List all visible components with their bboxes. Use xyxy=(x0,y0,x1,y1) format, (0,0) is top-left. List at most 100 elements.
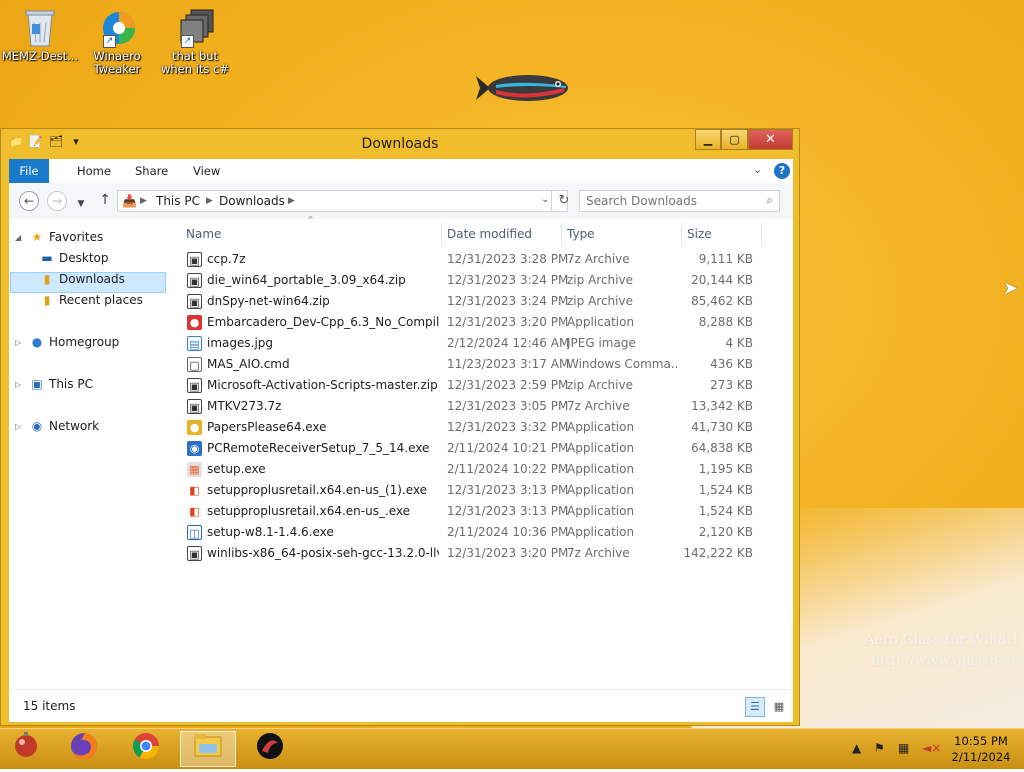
file-row[interactable]: ◉ PCRemoteReceiverSetup_7_5_14.exe 2/11/20… xyxy=(179,438,779,459)
file-date: 12/31/2023 3:28 PM xyxy=(447,252,569,266)
taskbar-file-explorer[interactable] xyxy=(180,731,236,767)
sidebar-item-homegroup[interactable]: ▷ ● Homegroup xyxy=(15,332,119,353)
archive-icon: ▣ xyxy=(187,294,202,309)
file-size: 273 KB xyxy=(710,378,753,392)
file-size: 142,222 KB xyxy=(683,546,753,560)
file-row[interactable]: ▣ MTKV273.7z 12/31/2023 3:05 PM 7z Archive 1… xyxy=(179,396,779,417)
file-row[interactable]: ▣ die_win64_portable_3.09_x64.zip 12/31/20… xyxy=(179,270,779,291)
tab-view[interactable]: View xyxy=(185,159,228,183)
file-date: 12/31/2023 3:24 PM xyxy=(447,273,569,287)
address-dropdown-icon[interactable]: ⌄ xyxy=(541,194,549,205)
file-type: Application xyxy=(567,504,635,518)
details-view-icon[interactable]: ☰ xyxy=(745,697,765,717)
navigation-pane: ◢ ★ Favorites ▬ Desktop ▮ Downloads ▮ Recent… xyxy=(9,219,169,689)
file-row[interactable]: ▤ images.jpg 2/12/2024 12:46 AM JPEG image 4… xyxy=(179,333,779,354)
search-icon[interactable]: ⌕ xyxy=(766,193,773,208)
file-name: die_win64_portable_3.09_x64.zip xyxy=(207,273,406,287)
system-clock[interactable]: 10:55 PM 2/11/2024 xyxy=(948,733,1014,765)
file-size: 2,120 KB xyxy=(698,525,753,539)
column-header-name[interactable]: Name xyxy=(186,224,221,244)
file-type: zip Archive xyxy=(567,273,633,287)
search-input[interactable] xyxy=(580,191,762,211)
file-row[interactable]: ▣ winlibs-x86_64-posix-seh-gcc-13.2.0-llv… xyxy=(179,543,779,564)
folder-icon xyxy=(194,734,222,757)
app-icon xyxy=(257,733,283,759)
sidebar-label: Desktop xyxy=(59,251,109,265)
breadcrumb-this-pc[interactable]: This PC xyxy=(156,194,200,208)
taskbar-firefox[interactable] xyxy=(56,731,112,767)
tab-home[interactable]: Home xyxy=(69,159,119,183)
file-name: ccp.7z xyxy=(207,252,246,266)
file-name: PCRemoteReceiverSetup_7_5_14.exe xyxy=(207,441,430,455)
file-date: 2/11/2024 10:22 PM xyxy=(447,462,569,476)
forward-button[interactable]: → xyxy=(47,191,67,211)
archive-icon: ▣ xyxy=(187,546,202,561)
column-divider[interactable] xyxy=(561,221,562,245)
collapsed-arrow-icon[interactable]: ▷ xyxy=(15,374,21,395)
back-button[interactable]: ← xyxy=(19,191,39,211)
volume-muted-icon[interactable]: ◄× xyxy=(922,741,941,755)
breadcrumb-separator-icon[interactable]: ▶ xyxy=(288,196,295,206)
close-button[interactable]: ✕ xyxy=(748,129,793,150)
taskbar-chrome[interactable] xyxy=(118,731,174,767)
breadcrumb-downloads[interactable]: Downloads xyxy=(219,194,285,208)
file-type: Windows Comma... xyxy=(567,357,677,371)
start-button[interactable] xyxy=(6,731,46,767)
file-row[interactable]: ▣ Microsoft-Activation-Scripts-master.zip… xyxy=(179,375,779,396)
collapsed-arrow-icon[interactable]: ▷ xyxy=(15,416,21,437)
content-area: ◢ ★ Favorites ▬ Desktop ▮ Downloads ▮ Recent… xyxy=(9,215,793,689)
chevron-down-icon[interactable]: ⌄ xyxy=(753,163,762,176)
taskbar-app[interactable] xyxy=(242,731,298,767)
recent-locations-button[interactable]: ▼ xyxy=(75,195,87,215)
column-divider[interactable] xyxy=(681,221,682,245)
breadcrumb-separator-icon[interactable]: ▶ xyxy=(140,196,147,206)
file-row[interactable]: ▣ ccp.7z 12/31/2023 3:28 PM 7z Archive 9,111… xyxy=(179,249,779,270)
file-row[interactable]: ◫ setup-w8.1-1.4.6.exe 2/11/2024 10:36 PM A… xyxy=(179,522,779,543)
file-row[interactable]: ▢ MAS_AIO.cmd 11/23/2023 3:17 AM Windows Co… xyxy=(179,354,779,375)
large-icons-view-icon[interactable]: ▦ xyxy=(769,697,789,717)
up-button[interactable]: ↑ xyxy=(95,191,115,211)
file-row[interactable]: ● PapersPlease64.exe 12/31/2023 3:32 PM App… xyxy=(179,417,779,438)
desktop-icon-csharp[interactable]: ↗ that but when its c# xyxy=(155,8,235,76)
file-row[interactable]: ◧ setupproplusretail.x64.en-us_(1).exe 12/… xyxy=(179,480,779,501)
file-row[interactable]: ▣ dnSpy-net-win64.zip 12/31/2023 3:24 PM zi… xyxy=(179,291,779,312)
column-divider[interactable] xyxy=(441,221,442,245)
refresh-icon[interactable]: ↻ xyxy=(551,190,576,212)
show-hidden-icons-icon[interactable]: ▲ xyxy=(852,741,861,755)
minimize-button[interactable]: ▁ xyxy=(695,129,721,150)
file-type: Application xyxy=(567,420,635,434)
column-divider[interactable] xyxy=(761,221,762,245)
sidebar-item-favorites[interactable]: ◢ ★ Favorites xyxy=(15,227,103,248)
address-bar[interactable]: 📥 ▶ This PC ▶ Downloads ▶ ⌄ ↻ xyxy=(117,190,569,212)
search-box[interactable]: ⌕ xyxy=(579,190,780,212)
shortcut-arrow-icon: ↗ xyxy=(103,35,116,48)
tab-file[interactable]: File xyxy=(9,159,49,183)
tab-share[interactable]: Share xyxy=(127,159,176,183)
sidebar-item-thispc[interactable]: ▷ ▣ This PC xyxy=(15,374,93,395)
file-size: 4 KB xyxy=(725,336,753,350)
action-center-flag-icon[interactable]: ⚑ xyxy=(874,741,885,755)
breadcrumb-separator-icon[interactable]: ▶ xyxy=(206,196,213,206)
desktop-icon-winaero[interactable]: ↗ Winaero Tweaker xyxy=(77,8,157,76)
file-size: 9,111 KB xyxy=(698,252,753,266)
maximize-button[interactable]: ▢ xyxy=(721,129,748,150)
file-row[interactable]: ▦ setup.exe 2/11/2024 10:22 PM Application 1… xyxy=(179,459,779,480)
chrome-icon xyxy=(132,733,160,760)
window-titlebar[interactable]: 📁 📝 🗂 ▾ Downloads ▁ ▢ ✕ xyxy=(1,129,799,159)
help-icon[interactable]: ? xyxy=(774,163,790,179)
desktop-icon-memz[interactable]: MEMZ-Dest... xyxy=(0,8,80,63)
file-row[interactable]: ● Embarcadero_Dev-Cpp_6.3_No_Compiler... 1… xyxy=(179,312,779,333)
sidebar-item-desktop[interactable]: ▬ Desktop xyxy=(39,248,109,269)
network-tray-icon[interactable]: ▦ xyxy=(898,741,909,755)
sidebar-item-recent[interactable]: ▮ Recent places xyxy=(39,290,143,311)
file-row[interactable]: ◧ setupproplusretail.x64.en-us_.exe 12/31/… xyxy=(179,501,779,522)
column-header-type[interactable]: Type xyxy=(567,224,595,244)
file-size: 1,195 KB xyxy=(698,462,753,476)
sidebar-item-network[interactable]: ▷ ◉ Network xyxy=(15,416,99,437)
column-header-date[interactable]: Date modified xyxy=(447,224,532,244)
watermark-line: Aero Glass for Win8.1 xyxy=(864,632,1020,648)
column-header-size[interactable]: Size xyxy=(687,224,712,244)
collapsed-arrow-icon[interactable]: ▷ xyxy=(15,332,21,353)
expanded-arrow-icon[interactable]: ◢ xyxy=(15,227,21,248)
sidebar-item-downloads[interactable]: ▮ Downloads xyxy=(39,269,125,290)
